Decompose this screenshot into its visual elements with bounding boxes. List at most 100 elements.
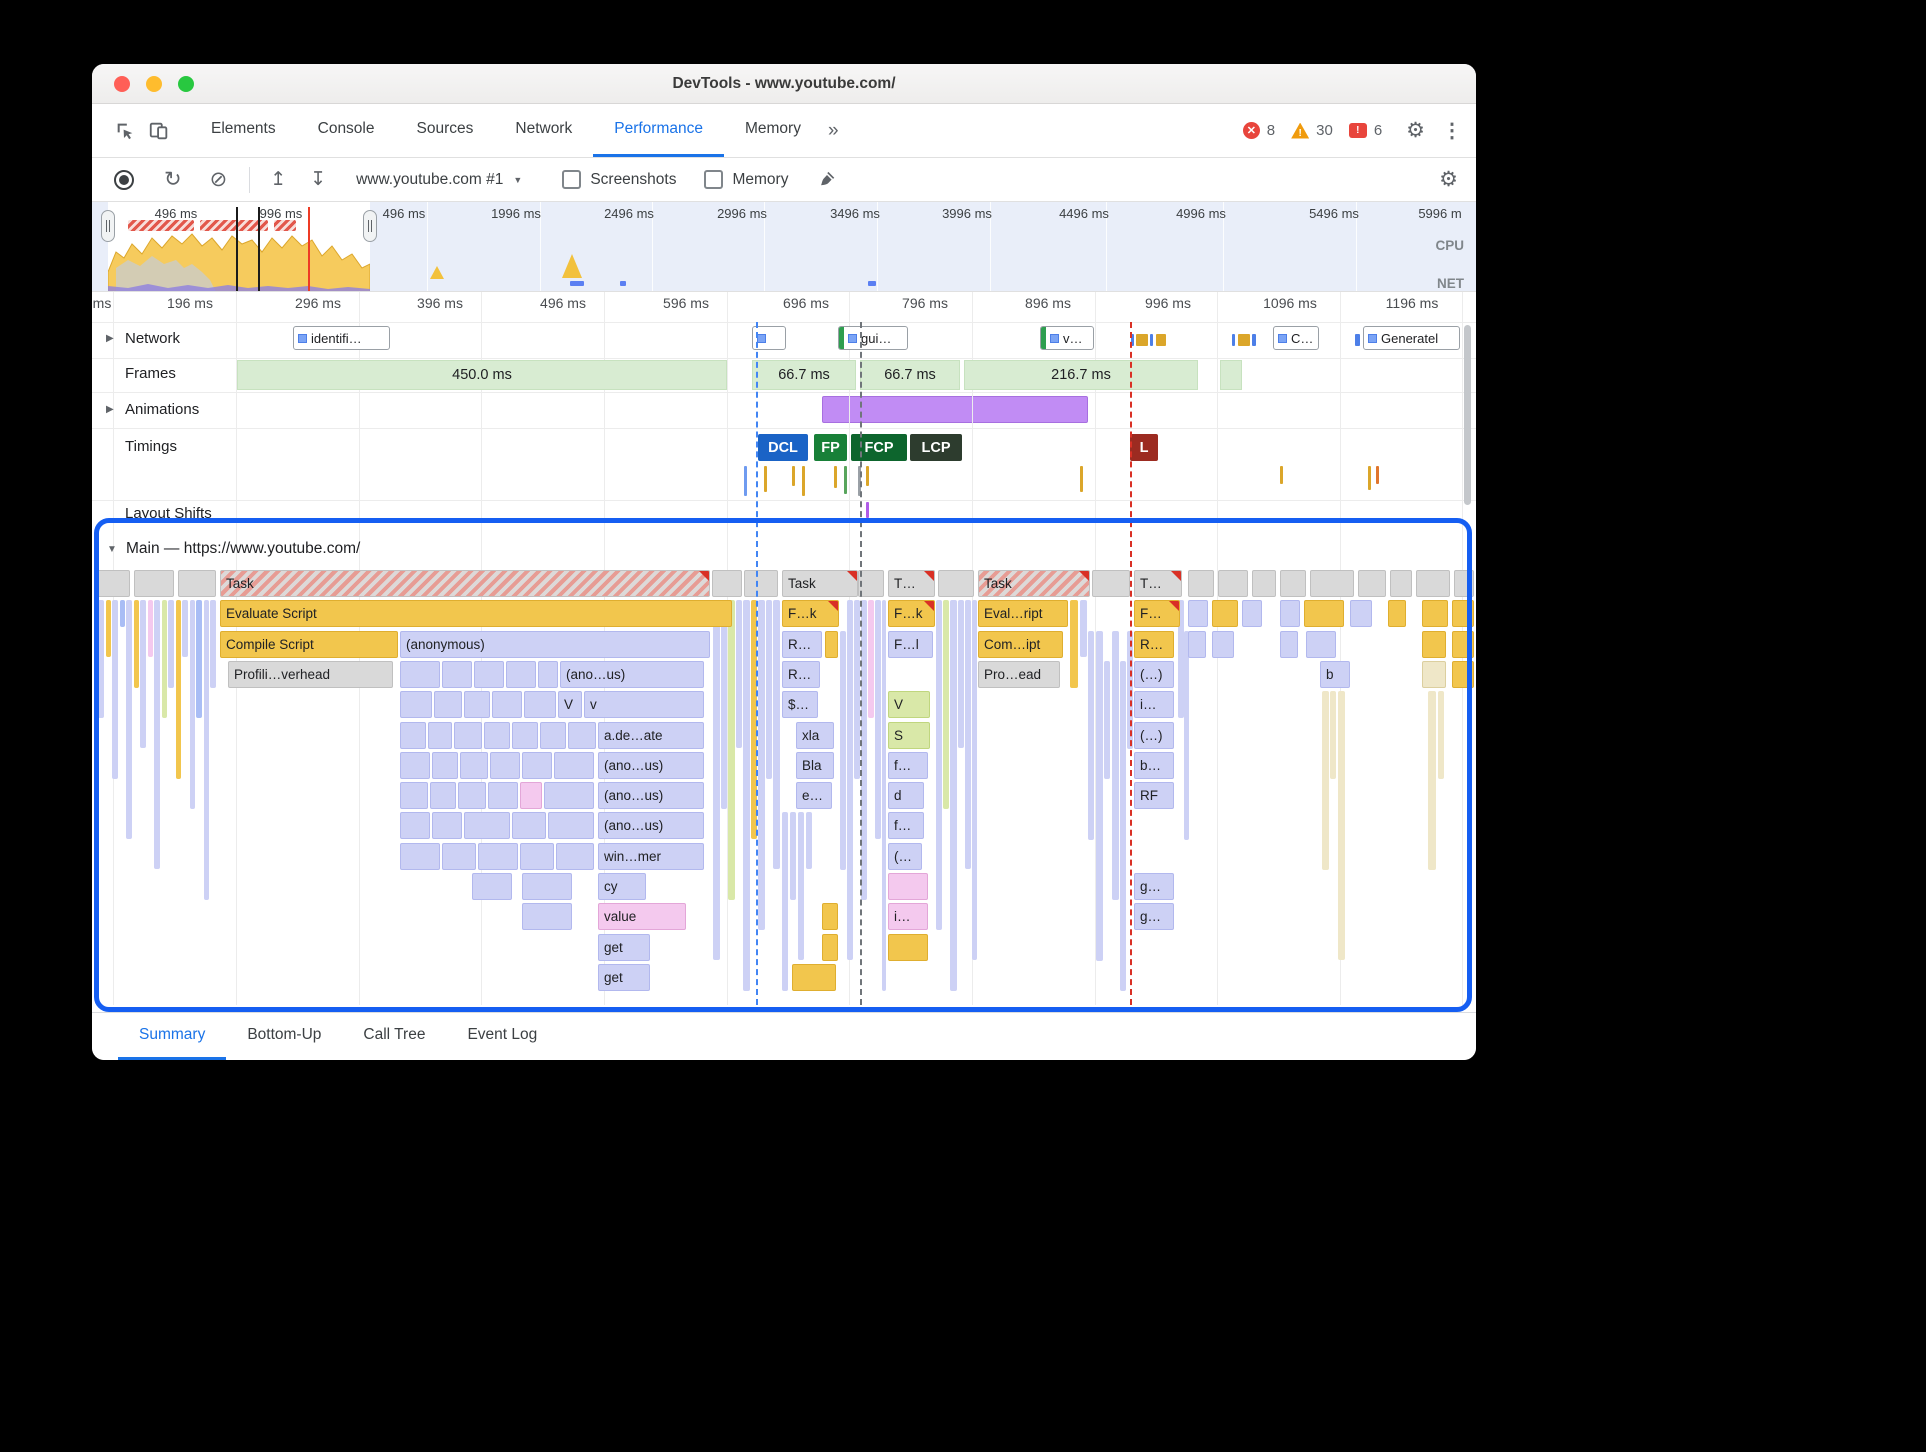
tab-network[interactable]: Network	[494, 104, 593, 157]
flame-bar[interactable]	[432, 752, 458, 779]
load-profile-icon[interactable]: ↥	[270, 170, 286, 189]
bottom-tab-event-log[interactable]: Event Log	[446, 1013, 558, 1060]
flame-bar[interactable]: cy	[598, 873, 646, 900]
tab-elements[interactable]: Elements	[190, 104, 297, 157]
more-tabs-button[interactable]: »	[828, 120, 839, 142]
flame-bar[interactable]: (ano…us)	[560, 661, 704, 688]
kebab-menu-icon[interactable]: ⋮	[1442, 118, 1462, 143]
flame-bar[interactable]: RF	[1134, 782, 1174, 809]
flame-bar[interactable]	[400, 661, 440, 688]
network-request-chip[interactable]: identifi…	[293, 326, 390, 350]
flame-bar[interactable]	[488, 782, 518, 809]
flame-bar[interactable]	[1242, 600, 1262, 627]
flame-bar[interactable]	[490, 752, 520, 779]
flame-bar[interactable]	[464, 812, 510, 839]
flame-bar[interactable]: F…k	[888, 600, 935, 627]
flame-bar[interactable]	[522, 903, 572, 930]
flame-bar[interactable]: T…	[1134, 570, 1182, 597]
layout-shifts-track-label[interactable]: Layout Shifts	[125, 505, 212, 522]
device-toolbar-icon[interactable]	[142, 114, 176, 148]
flame-bar[interactable]	[428, 722, 452, 749]
issues-icon[interactable]: !	[1348, 123, 1367, 138]
flame-bar[interactable]	[538, 661, 558, 688]
warning-count[interactable]: 30	[1316, 122, 1333, 139]
flame-bar[interactable]	[96, 570, 130, 597]
flame-bar[interactable]	[1310, 570, 1354, 597]
flame-bar[interactable]	[1390, 570, 1412, 597]
timing-marker-fp[interactable]: FP	[814, 434, 847, 461]
clear-recording-icon[interactable]: ⊘	[210, 169, 228, 190]
memory-checkbox-group[interactable]: Memory	[704, 170, 788, 189]
flame-bar[interactable]: (…	[888, 843, 922, 870]
flame-bar[interactable]	[1304, 600, 1344, 627]
screenshots-checkbox-group[interactable]: Screenshots	[562, 170, 676, 189]
flame-bar[interactable]	[512, 722, 538, 749]
disclosure-triangle-icon[interactable]: ▶	[106, 404, 114, 415]
network-request-chip[interactable]: v…	[1040, 326, 1094, 350]
tab-performance[interactable]: Performance	[593, 104, 724, 157]
flame-bar[interactable]	[1218, 570, 1248, 597]
tab-memory[interactable]: Memory	[724, 104, 822, 157]
main-thread-header[interactable]: ▼ Main — https://www.youtube.com/	[107, 540, 360, 558]
flame-bar[interactable]	[568, 722, 596, 749]
flame-bar[interactable]: $…	[782, 691, 818, 718]
flame-bar[interactable]	[134, 570, 174, 597]
flame-bar[interactable]: Task	[220, 570, 710, 597]
flame-bar[interactable]: i…	[888, 903, 928, 930]
flame-bar[interactable]	[792, 964, 836, 991]
flame-bar[interactable]: v	[584, 691, 704, 718]
flame-bar[interactable]	[520, 843, 554, 870]
flame-bar[interactable]: xla	[796, 722, 834, 749]
flame-bar[interactable]: R…	[1134, 631, 1174, 658]
disclosure-triangle-icon[interactable]: ▶	[106, 333, 114, 344]
flame-bar[interactable]: d	[888, 782, 924, 809]
flame-bar[interactable]	[1422, 631, 1446, 658]
flame-bar[interactable]	[554, 752, 594, 779]
flame-bar[interactable]	[434, 691, 462, 718]
vertical-scrollbar[interactable]	[1464, 325, 1471, 505]
flame-bar[interactable]: Bla	[796, 752, 834, 779]
flame-bar[interactable]: R…	[782, 631, 822, 658]
flame-bar[interactable]	[1422, 661, 1446, 688]
flame-bar[interactable]	[888, 873, 928, 900]
flame-bar[interactable]	[492, 691, 522, 718]
warning-icon[interactable]: !	[1291, 122, 1310, 139]
flame-bar[interactable]	[442, 661, 472, 688]
flame-bar[interactable]	[1280, 570, 1306, 597]
flame-bar[interactable]: R…	[782, 661, 820, 688]
flame-bar[interactable]: V	[558, 691, 582, 718]
disclosure-triangle-icon[interactable]: ▼	[107, 544, 117, 555]
flame-bar[interactable]: b…	[1134, 752, 1174, 779]
flame-bar[interactable]	[520, 782, 542, 809]
flame-bar[interactable]	[822, 903, 838, 930]
flame-bar[interactable]: T…	[888, 570, 935, 597]
flame-bar[interactable]	[400, 843, 440, 870]
flame-bar[interactable]	[938, 570, 974, 597]
flame-bar[interactable]	[1454, 570, 1474, 597]
flame-bar[interactable]	[1188, 570, 1214, 597]
flame-bar[interactable]	[712, 570, 742, 597]
flame-bar[interactable]: Pro…ead	[978, 661, 1060, 688]
error-icon[interactable]: ✕	[1242, 122, 1260, 139]
error-count[interactable]: 8	[1267, 122, 1275, 139]
flame-bar[interactable]: S	[888, 722, 930, 749]
flame-bar[interactable]	[1280, 600, 1300, 627]
flame-bar[interactable]	[460, 752, 488, 779]
flame-bar[interactable]	[474, 661, 504, 688]
save-profile-icon[interactable]: ↧	[310, 170, 326, 189]
animations-track-label[interactable]: ▶ Animations	[106, 401, 199, 418]
flame-bar[interactable]	[1188, 600, 1208, 627]
flame-bar[interactable]	[522, 752, 552, 779]
frames-track-label[interactable]: Frames	[125, 365, 176, 382]
flame-bar[interactable]: F…l	[888, 631, 933, 658]
flame-bar[interactable]: (anonymous)	[400, 631, 710, 658]
flame-bar[interactable]	[548, 812, 594, 839]
flame-bar[interactable]: F…	[1134, 600, 1180, 627]
flame-bar[interactable]: get	[598, 964, 650, 991]
frame-duration-block[interactable]: 66.7 ms	[752, 360, 856, 390]
flame-bar[interactable]	[524, 691, 556, 718]
flame-bar[interactable]: V	[888, 691, 930, 718]
tab-sources[interactable]: Sources	[396, 104, 495, 157]
flame-bar[interactable]	[432, 812, 462, 839]
capture-settings-gear-icon[interactable]: ⚙	[1439, 167, 1458, 192]
